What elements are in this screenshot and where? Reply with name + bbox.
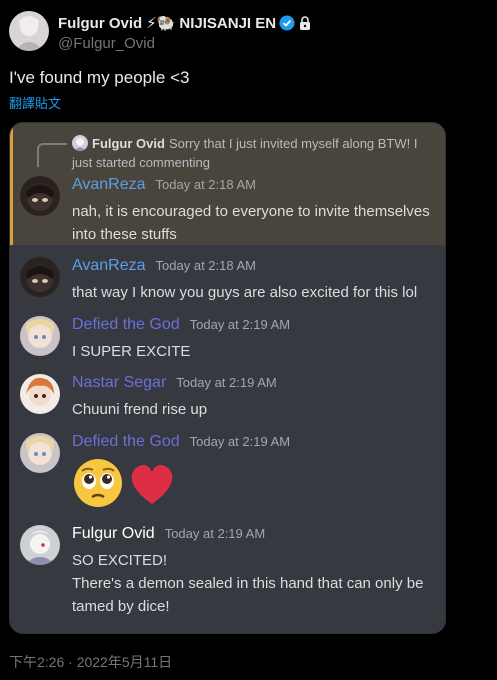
avatar — [20, 433, 60, 473]
message-time: Today at 2:19 AM — [189, 434, 291, 449]
reply-preview: Fulgur Ovid Sorry that I just invited mys… — [72, 134, 440, 172]
user-handle[interactable]: @Fulgur_Ovid — [58, 35, 312, 52]
message-text: Chuuni frend rise up — [72, 401, 208, 418]
message-time: Today at 2:18 AM — [155, 258, 256, 273]
message-text: SO EXCITED! — [72, 552, 168, 569]
message-text: that way I know you guys are also excite… — [72, 284, 418, 301]
message-author[interactable]: Nastar Segar — [72, 374, 166, 392]
reply-avatar — [72, 135, 88, 151]
org-label[interactable]: NIJISANJI EN — [179, 15, 276, 32]
tweet-text: I've found my people <3 — [9, 68, 190, 87]
translate-link[interactable]: 翻譯貼文 — [9, 93, 61, 112]
tweet-timestamp[interactable]: 下午2:26 · 2022年5月11日 — [9, 652, 172, 672]
tweet-header: Fulgur Ovid ⚡🐏 NIJISANJI EN @Fulgur_Ovid — [9, 11, 312, 52]
message-time: Today at 2:19 AM — [164, 526, 266, 541]
attached-image[interactable]: Fulgur Ovid Sorry that I just invited mys… — [9, 122, 446, 634]
message-author[interactable]: Fulgur Ovid — [72, 525, 155, 543]
reply-author: Fulgur Ovid — [92, 136, 165, 151]
message-author[interactable]: Defied the God — [72, 316, 180, 334]
lock-icon — [298, 15, 312, 31]
verified-badge-icon — [279, 15, 295, 31]
pleading-face-icon — [74, 459, 122, 507]
mention-highlight-bar — [10, 123, 13, 245]
message-author[interactable]: Defied the God — [72, 433, 180, 451]
message-time: Today at 2:18 AM — [155, 177, 256, 192]
avatar — [20, 176, 60, 216]
message-author[interactable]: AvanReza — [72, 257, 146, 275]
message-text: I SUPER EXCITE — [72, 343, 191, 360]
message-text-line-2: There's a demon sealed in this hand that… — [72, 575, 424, 615]
red-heart-icon — [131, 465, 173, 504]
message-time: Today at 2:19 AM — [176, 375, 277, 390]
message-text: nah, it is encouraged to everyone to inv… — [72, 203, 430, 243]
avatar — [20, 257, 60, 297]
avatar — [20, 374, 60, 414]
message-author[interactable]: AvanReza — [72, 176, 146, 194]
avatar — [20, 316, 60, 356]
reply-spine — [37, 143, 67, 167]
display-name[interactable]: Fulgur Ovid — [58, 15, 142, 32]
name-emojis: ⚡🐏 — [146, 15, 176, 32]
avatar — [20, 525, 60, 565]
message-time: Today at 2:19 AM — [189, 317, 291, 332]
profile-avatar[interactable] — [9, 11, 49, 51]
